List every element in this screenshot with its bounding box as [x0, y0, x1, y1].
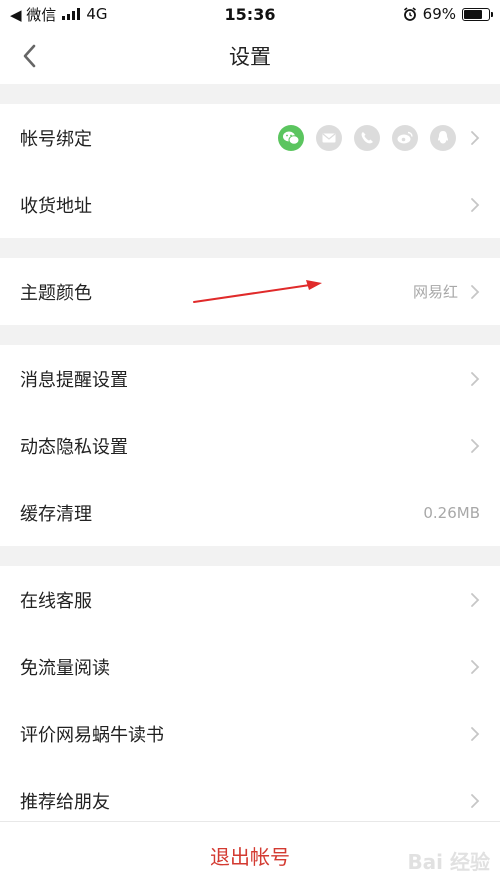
account-binding-row[interactable]: 帐号绑定	[0, 104, 500, 171]
cache-size: 0.26MB	[423, 503, 480, 522]
chevron-right-icon	[471, 793, 480, 808]
phone-icon	[354, 124, 380, 151]
watermark: Bai 经验	[407, 850, 490, 874]
account-binding-label: 帐号绑定	[20, 128, 92, 150]
page-title: 设置	[229, 45, 271, 69]
notifications-label: 消息提醒设置	[20, 369, 128, 391]
qq-icon	[430, 124, 456, 151]
notifications-row[interactable]: 消息提醒设置	[0, 345, 500, 412]
address-label: 收货地址	[20, 195, 92, 217]
support-row[interactable]: 在线客服	[0, 566, 500, 633]
chevron-right-icon	[471, 438, 480, 453]
chevron-left-icon	[23, 44, 36, 68]
theme-value: 网易红	[412, 283, 458, 301]
nav-bar: 设置	[0, 28, 500, 84]
annotation-arrow	[193, 280, 322, 303]
alarm-icon	[403, 7, 416, 21]
chevron-right-icon	[471, 659, 480, 674]
wechat-icon	[278, 124, 304, 151]
free-data-row[interactable]: 免流量阅读	[0, 633, 500, 700]
settings-group-account: 帐号绑定 收货地址	[0, 104, 500, 238]
settings-group-support: 在线客服 免流量阅读 评价网易蜗牛读书 推荐给朋友	[0, 566, 500, 834]
status-bar: ◀ 微信 4G 15:36 69%	[0, 0, 500, 28]
back-to-app[interactable]: ◀ 微信	[10, 4, 56, 25]
network-type: 4G	[86, 5, 108, 23]
recommend-label: 推荐给朋友	[20, 791, 110, 813]
cache-label: 缓存清理	[20, 503, 92, 525]
chevron-right-icon	[471, 284, 480, 299]
chevron-right-icon	[471, 130, 480, 145]
address-row[interactable]: 收货地址	[0, 171, 500, 238]
chevron-right-icon	[471, 726, 480, 741]
battery-percent: 69%	[422, 5, 456, 23]
cache-row[interactable]: 缓存清理 0.26MB	[0, 479, 500, 546]
rate-row[interactable]: 评价网易蜗牛读书	[0, 700, 500, 767]
chevron-right-icon	[471, 371, 480, 386]
back-button[interactable]	[22, 42, 46, 70]
free-data-label: 免流量阅读	[20, 657, 110, 679]
chevron-right-icon	[471, 197, 480, 212]
settings-group-general: 消息提醒设置 动态隐私设置 缓存清理 0.26MB	[0, 345, 500, 546]
signal-icon	[62, 8, 81, 20]
logout-button[interactable]: 退出帐号	[210, 841, 290, 870]
weibo-icon	[392, 124, 418, 151]
privacy-row[interactable]: 动态隐私设置	[0, 412, 500, 479]
privacy-label: 动态隐私设置	[20, 436, 128, 458]
battery-icon	[462, 7, 493, 21]
mail-icon	[316, 124, 342, 151]
support-label: 在线客服	[20, 590, 92, 612]
binding-icons	[278, 124, 456, 151]
rate-label: 评价网易蜗牛读书	[20, 724, 164, 746]
chevron-right-icon	[471, 592, 480, 607]
